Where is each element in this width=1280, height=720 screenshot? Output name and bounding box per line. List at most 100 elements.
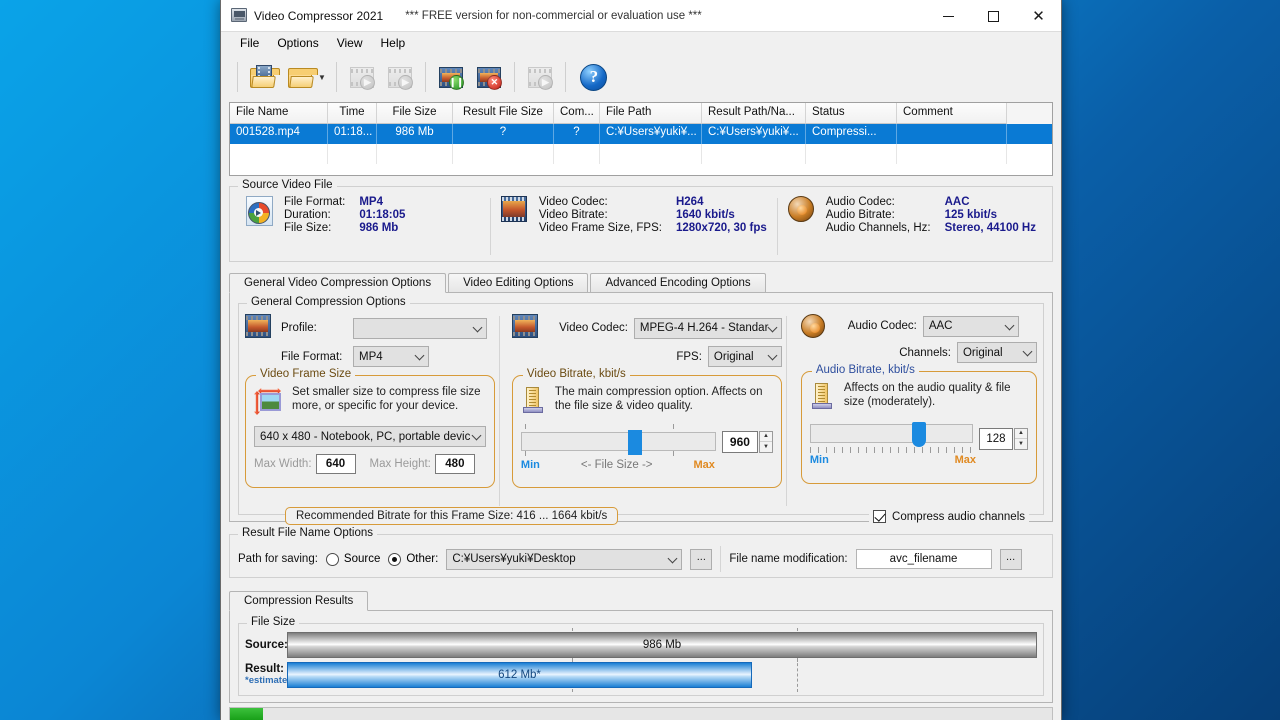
radio-path-other[interactable]: Other: bbox=[388, 552, 438, 566]
file-list[interactable]: File Name Time File Size Result File Siz… bbox=[229, 102, 1053, 176]
spinner-up-icon-2[interactable]: ▲ bbox=[1014, 429, 1027, 439]
spinner-up-icon[interactable]: ▲ bbox=[759, 432, 772, 442]
spinner-down-icon[interactable]: ▼ bbox=[760, 442, 772, 452]
audio-bitrate-slider-thumb[interactable] bbox=[912, 422, 927, 447]
stop-compression-button[interactable]: ✕ bbox=[470, 60, 508, 94]
tab-advanced-encoding-options[interactable]: Advanced Encoding Options bbox=[590, 273, 766, 292]
source-file-info: File Format: MP4 Duration: 01:18:05 File… bbox=[236, 196, 490, 257]
radio-path-source[interactable]: Source bbox=[325, 552, 381, 566]
close-button[interactable]: ✕ bbox=[1016, 0, 1061, 32]
video-bitrate-ticks-bottom bbox=[521, 451, 716, 459]
max-height-input[interactable]: 480 bbox=[434, 454, 475, 474]
table-row[interactable]: 001528.mp4 01:18... 986 Mb ? ? C:¥Users¥… bbox=[230, 124, 1052, 144]
value-audio-codec: AAC bbox=[944, 196, 970, 208]
file-name-modification-input[interactable]: avc_filename bbox=[855, 549, 992, 569]
frame-size-preset-select[interactable]: 640 x 480 - Notebook, PC, portable devic bbox=[254, 426, 486, 447]
column-comment[interactable]: Comment bbox=[897, 103, 1007, 124]
pause-compression-button[interactable]: ❙❙ bbox=[432, 60, 470, 94]
column-compression[interactable]: Com... bbox=[554, 103, 600, 124]
column-file-name[interactable]: File Name bbox=[230, 103, 328, 124]
media-player-icon bbox=[246, 196, 274, 226]
column-result-file-size[interactable]: Result File Size bbox=[453, 103, 554, 124]
cell-result-file-size: ? bbox=[453, 124, 554, 144]
menu-bar: File Options View Help bbox=[221, 32, 1061, 54]
cell-comment bbox=[897, 124, 1007, 144]
menu-item-options[interactable]: Options bbox=[268, 34, 327, 52]
profile-select[interactable] bbox=[353, 317, 487, 339]
label-audio-codec: Audio Codec: bbox=[825, 196, 895, 208]
fps-select[interactable]: Original bbox=[707, 346, 782, 367]
app-icon bbox=[231, 7, 247, 24]
application-window: Video Compressor 2021 *** FREE version f… bbox=[220, 0, 1062, 720]
audio-bitrate-slider[interactable] bbox=[809, 422, 973, 447]
audio-codec-select[interactable]: AAC bbox=[922, 315, 1019, 337]
chevron-down-icon-5 bbox=[767, 350, 778, 361]
speaker-icon bbox=[787, 196, 816, 226]
browse-filename-button[interactable]: ... bbox=[999, 548, 1022, 570]
result-size-bar: 612 Mb* bbox=[287, 662, 752, 688]
result-options-title: Result File Name Options bbox=[238, 527, 378, 539]
maximize-button[interactable] bbox=[971, 0, 1016, 32]
help-button[interactable]: ? bbox=[572, 60, 616, 94]
label-path-for-saving: Path for saving: bbox=[238, 553, 318, 565]
audio-bitrate-spinner[interactable]: ▲ ▼ bbox=[1013, 427, 1028, 450]
video-bitrate-slider[interactable] bbox=[520, 430, 716, 455]
source-size-row: Source: 986 Mb bbox=[245, 628, 1037, 662]
toolbar-divider-4 bbox=[513, 62, 515, 92]
chevron-down-icon-7 bbox=[1022, 346, 1033, 357]
window-title: Video Compressor 2021 bbox=[254, 8, 384, 23]
add-files-button[interactable] bbox=[244, 60, 282, 94]
column-time[interactable]: Time bbox=[328, 103, 377, 124]
audio-codec-value: AAC bbox=[928, 320, 953, 332]
options-divider-2 bbox=[785, 316, 787, 506]
tab-general-video-compression-options[interactable]: General Video Compression Options bbox=[229, 273, 447, 293]
radio-source-label: Source bbox=[343, 553, 381, 565]
menu-item-file[interactable]: File bbox=[231, 34, 268, 52]
file-list-empty-area[interactable] bbox=[230, 144, 1052, 175]
column-file-size[interactable]: File Size bbox=[377, 103, 453, 124]
channels-select[interactable]: Original bbox=[956, 342, 1037, 363]
guide-line-4 bbox=[797, 658, 798, 692]
pause-film-icon: ❙❙ bbox=[438, 66, 464, 90]
toolbar-divider-2 bbox=[335, 62, 337, 92]
results-tab-strip: Compression Results bbox=[229, 590, 1053, 611]
video-bitrate-input[interactable]: 960 bbox=[721, 430, 758, 453]
tab-compression-results[interactable]: Compression Results bbox=[229, 591, 369, 611]
video-bitrate-spinner[interactable]: ▲ ▼ bbox=[758, 430, 773, 453]
save-path-select[interactable]: C:¥Users¥yuki¥Desktop bbox=[446, 548, 683, 570]
video-codec-select[interactable]: MPEG-4 H.264 - Standar bbox=[633, 317, 782, 339]
audio-bitrate-input[interactable]: 128 bbox=[978, 427, 1013, 450]
menu-item-view[interactable]: View bbox=[328, 34, 372, 52]
max-width-input[interactable]: 640 bbox=[315, 454, 356, 474]
column-result-path[interactable]: Result Path/Na... bbox=[702, 103, 806, 124]
spinner-down-icon-2[interactable]: ▼ bbox=[1015, 439, 1027, 449]
compress-audio-channels-label: Compress audio channels bbox=[892, 510, 1025, 523]
browse-path-button[interactable]: ... bbox=[690, 548, 713, 570]
label-video-frame-size: Video Frame Size, FPS: bbox=[538, 222, 662, 234]
video-bitrate-max-label: Max bbox=[693, 459, 715, 471]
chevron-down-icon-8 bbox=[667, 553, 678, 563]
value-video-frame-size: 1280x720, 30 fps bbox=[675, 222, 767, 234]
audio-bitrate-ruler-icon bbox=[810, 382, 836, 410]
start-compression-button[interactable]: ▶ bbox=[343, 60, 381, 94]
file-format-select[interactable]: MP4 bbox=[353, 346, 429, 367]
preview-button[interactable]: ▶ bbox=[521, 60, 559, 94]
column-status[interactable]: Status bbox=[806, 103, 897, 124]
value-file-format: MP4 bbox=[359, 196, 383, 208]
start-film-icon: ▶ bbox=[349, 66, 375, 90]
save-path-value: C:¥Users¥yuki¥Desktop bbox=[452, 553, 576, 565]
video-bitrate-filesize-label: <- File Size -> bbox=[580, 459, 653, 471]
label-audio-channels: Audio Channels, Hz: bbox=[825, 222, 931, 234]
minimize-button[interactable] bbox=[926, 0, 971, 32]
video-frame-size-group: Video Frame Size Set smaller size to com… bbox=[245, 368, 495, 488]
label-video-codec-option: Video Codec: bbox=[559, 322, 628, 334]
label-file-name-modification: File name modification: bbox=[729, 553, 848, 565]
chevron-down-icon bbox=[472, 322, 483, 332]
start-selected-button[interactable]: ▶ bbox=[381, 60, 419, 94]
add-folder-button[interactable] bbox=[282, 60, 320, 94]
compress-audio-channels-checkbox[interactable]: Compress audio channels bbox=[869, 510, 1029, 523]
result-estimated-note: *estimated bbox=[245, 675, 294, 686]
menu-item-help[interactable]: Help bbox=[372, 34, 415, 52]
tab-video-editing-options[interactable]: Video Editing Options bbox=[448, 273, 589, 292]
column-file-path[interactable]: File Path bbox=[600, 103, 702, 124]
